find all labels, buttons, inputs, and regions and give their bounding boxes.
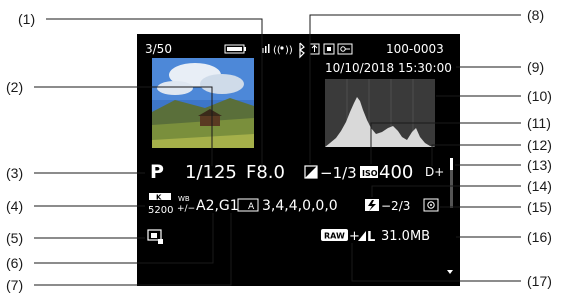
callout-8: (8) <box>527 7 544 23</box>
date-time: 10/10/2018 15:30:00 <box>325 61 452 75</box>
callout-12: (12) <box>527 137 552 153</box>
callout-11: (11) <box>527 115 551 131</box>
callout-17: (17) <box>527 273 552 289</box>
aperture: F8.0 <box>246 162 285 183</box>
callout-7: (7) <box>6 277 23 293</box>
raw-quality-badge: RAW <box>321 229 348 241</box>
callout-9: (9) <box>527 59 544 75</box>
image-index: 3/50 <box>145 42 172 56</box>
flash-comp-value: −2/3 <box>381 199 410 213</box>
callout-15: (15) <box>527 199 552 215</box>
file-size: 31.0MB <box>381 229 430 244</box>
flash-comp-icon <box>365 199 379 211</box>
callout-3: (3) <box>6 165 23 181</box>
histogram <box>325 79 435 147</box>
wb-shift-symbol: +/− <box>177 204 195 214</box>
iso-badge: ISO <box>360 166 378 178</box>
shutter-speed: 1/125 <box>185 162 237 183</box>
svg-text:A: A <box>248 202 255 212</box>
svg-text:RAW: RAW <box>324 232 345 241</box>
shooting-mode: P <box>150 161 164 183</box>
callout-4: (4) <box>6 198 23 214</box>
wb-shift-value: A2,G1 <box>196 198 239 214</box>
callout-5: (5) <box>6 230 23 246</box>
camera-info-diagram: 3/50 (( )) 100-0003 10/10/2018 15:30:00 <box>6 7 552 293</box>
wb-shift-label: WB <box>178 195 190 203</box>
wb-kelvin-value: 5200 <box>148 205 173 216</box>
callout-6: (6) <box>6 255 23 271</box>
iso-value: 400 <box>379 162 413 183</box>
callout-16: (16) <box>527 229 552 245</box>
callout-10: (10) <box>527 88 552 104</box>
svg-text:)): )) <box>285 45 293 56</box>
thumbnail-image <box>152 58 254 148</box>
jpeg-size: L <box>367 230 375 245</box>
scroll-indicator <box>450 158 453 208</box>
folder-file-number: 100-0003 <box>386 42 444 56</box>
image-quality-plus: + <box>349 229 360 244</box>
exposure-comp-value: −1/3 <box>320 164 357 182</box>
callout-13: (13) <box>527 157 552 173</box>
callout-2: (2) <box>6 79 23 95</box>
svg-text:K: K <box>156 194 162 202</box>
svg-text:((: (( <box>273 45 281 56</box>
picture-style-values: 3,4,4,0,0,0 <box>262 198 338 214</box>
callout-14: (14) <box>527 178 552 194</box>
svg-text:ISO: ISO <box>362 169 378 178</box>
callout-1: (1) <box>18 11 35 27</box>
highlight-tone-priority: D+ <box>425 165 444 179</box>
